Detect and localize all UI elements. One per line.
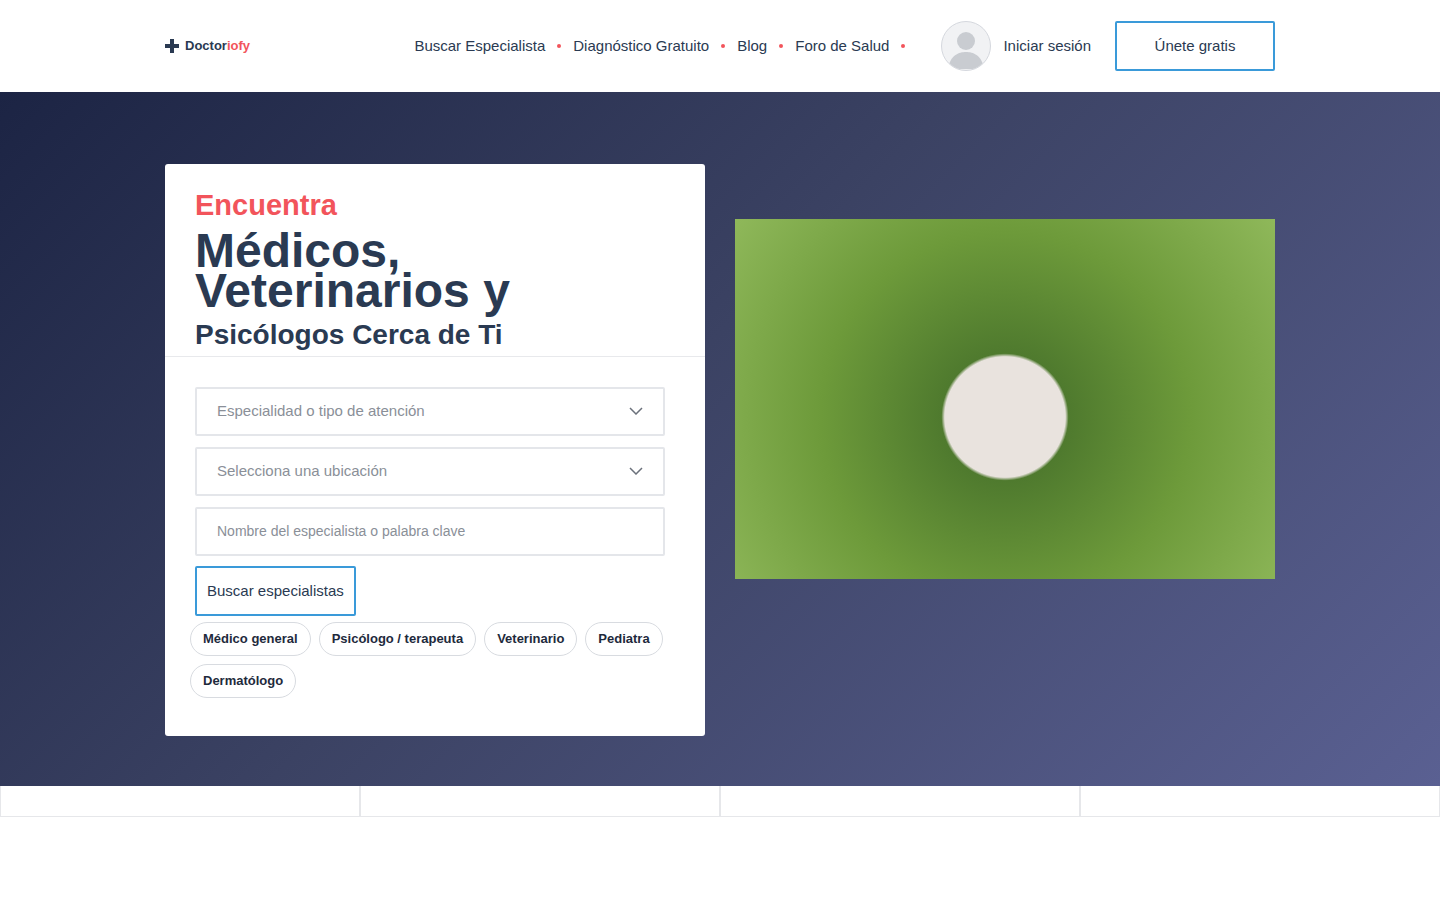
tag-chip[interactable]: Dermatólogo (190, 664, 296, 698)
avatar-icon[interactable] (941, 21, 991, 71)
hero-subtitle: Psicólogos Cerca de Ti (195, 315, 675, 354)
chevron-down-icon (629, 467, 643, 475)
main-nav: Buscar Especialista Diagnóstico Gratuito B… (414, 35, 917, 58)
plus-icon (165, 39, 179, 53)
hero-kicker: Encuentra (195, 188, 675, 223)
tag-chip[interactable]: Psicólogo / terapeuta (319, 622, 476, 656)
feature-cell (360, 786, 720, 817)
chevron-down-icon (629, 407, 643, 415)
doctor-photo (735, 219, 1275, 579)
nav-link[interactable]: Buscar Especialista (414, 35, 545, 58)
login-link[interactable]: Iniciar sesión (1003, 35, 1091, 58)
search-button[interactable]: Buscar especialistas (195, 566, 356, 616)
login[interactable]: Iniciar sesión (941, 21, 1091, 71)
feature-cell (1080, 786, 1440, 817)
specialty-select[interactable]: Especialidad o tipo de atención (195, 387, 665, 436)
location-placeholder: Selecciona una ubicación (217, 460, 387, 483)
feature-strip (0, 786, 1440, 817)
logo-text: Doctor (185, 38, 227, 53)
nav-dot (721, 44, 725, 48)
nav-link[interactable]: Diagnóstico Gratuito (573, 35, 709, 58)
nav-dot (779, 44, 783, 48)
keyword-input[interactable] (195, 507, 665, 556)
tag-chip[interactable]: Médico general (190, 622, 311, 656)
signup-button[interactable]: Únete gratis (1115, 21, 1275, 71)
location-select[interactable]: Selecciona una ubicación (195, 447, 665, 496)
hero: Encuentra Médicos, Veterinarios y Psicól… (0, 92, 1440, 786)
quick-tags: Médico generalPsicólogo / terapeutaVeter… (165, 616, 705, 698)
feature-cell (0, 786, 360, 817)
hero-title: Médicos, Veterinarios y (195, 231, 675, 311)
logo[interactable]: Doctoriofy (165, 36, 250, 56)
site-header: Doctoriofy Buscar Especialista Diagnóstic… (0, 0, 1440, 92)
nav-link[interactable]: Blog (737, 35, 767, 58)
feature-cell (720, 786, 1080, 817)
search-card: Encuentra Médicos, Veterinarios y Psicól… (165, 164, 705, 736)
tag-chip[interactable]: Pediatra (585, 622, 662, 656)
tag-chip[interactable]: Veterinario (484, 622, 577, 656)
specialty-placeholder: Especialidad o tipo de atención (217, 400, 425, 423)
nav-link[interactable]: Foro de Salud (795, 35, 889, 58)
nav-dot (557, 44, 561, 48)
logo-accent: iofy (227, 38, 250, 53)
nav-dot (901, 44, 905, 48)
